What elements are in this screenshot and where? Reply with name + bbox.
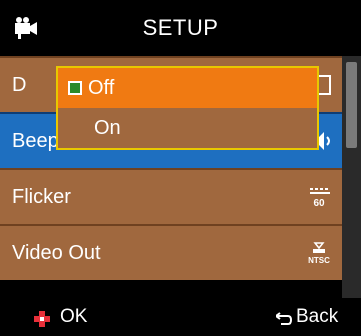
option-label: On xyxy=(94,117,121,139)
menu-item-label: Flicker xyxy=(12,186,71,208)
scrollbar[interactable] xyxy=(342,56,361,298)
option-on[interactable]: On xyxy=(58,108,317,148)
scrollbar-thumb[interactable] xyxy=(346,62,357,148)
ntsc-icon-text: NTSC xyxy=(308,256,330,265)
header-bar: SETUP xyxy=(0,0,361,56)
ok-button[interactable]: OK xyxy=(60,298,87,336)
flicker-60hz-icon: 60 xyxy=(310,188,330,209)
option-off[interactable]: Off xyxy=(58,68,317,108)
beep-options-popup: Off On xyxy=(56,66,319,150)
dpad-icon xyxy=(34,311,50,327)
menu-item-flicker[interactable]: Flicker 60 xyxy=(0,168,342,224)
menu-item-label: Beep xyxy=(12,130,59,152)
selected-check-icon xyxy=(68,81,82,95)
ntsc-icon: NTSC xyxy=(308,242,330,265)
page-title: SETUP xyxy=(142,15,219,40)
flicker-icon-text: 60 xyxy=(313,198,325,209)
menu-item-video-out[interactable]: Video Out NTSC xyxy=(0,224,342,280)
footer-bar: OK Back xyxy=(0,298,361,336)
back-button[interactable]: Back xyxy=(296,298,338,336)
option-label: Off xyxy=(88,77,115,99)
menu-item-label: D xyxy=(12,74,27,96)
back-arrow-icon xyxy=(276,312,292,325)
menu-item-label: Video Out xyxy=(12,242,101,264)
